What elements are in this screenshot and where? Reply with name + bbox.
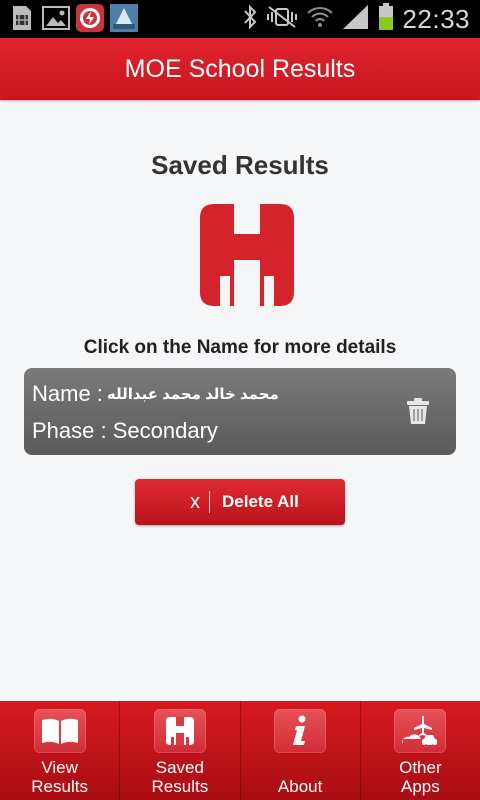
vibrate-mute-icon bbox=[266, 5, 298, 34]
phase-value: Secondary bbox=[112, 418, 218, 443]
name-label: Name : bbox=[32, 381, 103, 406]
info-icon bbox=[274, 709, 327, 753]
nav-view-results[interactable]: View Results bbox=[0, 701, 121, 800]
delete-result-trash-icon[interactable] bbox=[406, 397, 430, 425]
saved-results-logo-icon bbox=[198, 202, 296, 308]
gallery-icon bbox=[42, 4, 70, 32]
delete-all-label: Delete All bbox=[222, 492, 299, 511]
sim-card-icon bbox=[8, 4, 36, 32]
nav-saved-results[interactable]: Saved Results bbox=[120, 701, 241, 800]
instruction-text: Click on the Name for more details bbox=[83, 337, 397, 358]
nav-label: Saved Results bbox=[151, 758, 209, 796]
wifi-icon bbox=[306, 5, 334, 34]
saved-logo-icon bbox=[153, 709, 206, 753]
status-bar: 22:33 bbox=[0, 0, 480, 38]
status-clock: 22:33 bbox=[402, 3, 470, 34]
battery-icon bbox=[378, 2, 394, 36]
travel-icon bbox=[394, 709, 447, 753]
button-divider bbox=[209, 491, 210, 513]
app-notification-icon bbox=[76, 4, 104, 32]
bottom-nav: View Results Saved Results About Other A… bbox=[0, 701, 480, 800]
weather-app-icon bbox=[110, 4, 138, 32]
result-name-row: Name : محمد خالد محمد عبدالله bbox=[32, 374, 448, 414]
book-icon bbox=[33, 709, 86, 753]
delete-all-button[interactable]: x Delete All bbox=[135, 479, 345, 525]
nav-label: View Results bbox=[31, 758, 88, 796]
result-phase-row: Phase : Secondary bbox=[32, 418, 448, 444]
phase-label: Phase : bbox=[32, 418, 107, 443]
app-bar: MOE School Results bbox=[0, 38, 480, 100]
signal-icon bbox=[342, 4, 370, 35]
bluetooth-icon bbox=[242, 4, 258, 35]
nav-about[interactable]: About bbox=[241, 701, 361, 800]
saved-result-item[interactable]: Name : محمد خالد محمد عبدالله Phase : Se… bbox=[24, 368, 456, 455]
nav-other-apps[interactable]: Other Apps bbox=[361, 701, 480, 800]
close-icon: x bbox=[190, 490, 200, 513]
nav-label: About bbox=[277, 777, 323, 796]
name-value: محمد خالد محمد عبدالله bbox=[106, 386, 279, 403]
page-title: Saved Results bbox=[151, 150, 329, 180]
nav-label: Other Apps bbox=[399, 758, 442, 796]
app-title: MOE School Results bbox=[124, 54, 356, 83]
